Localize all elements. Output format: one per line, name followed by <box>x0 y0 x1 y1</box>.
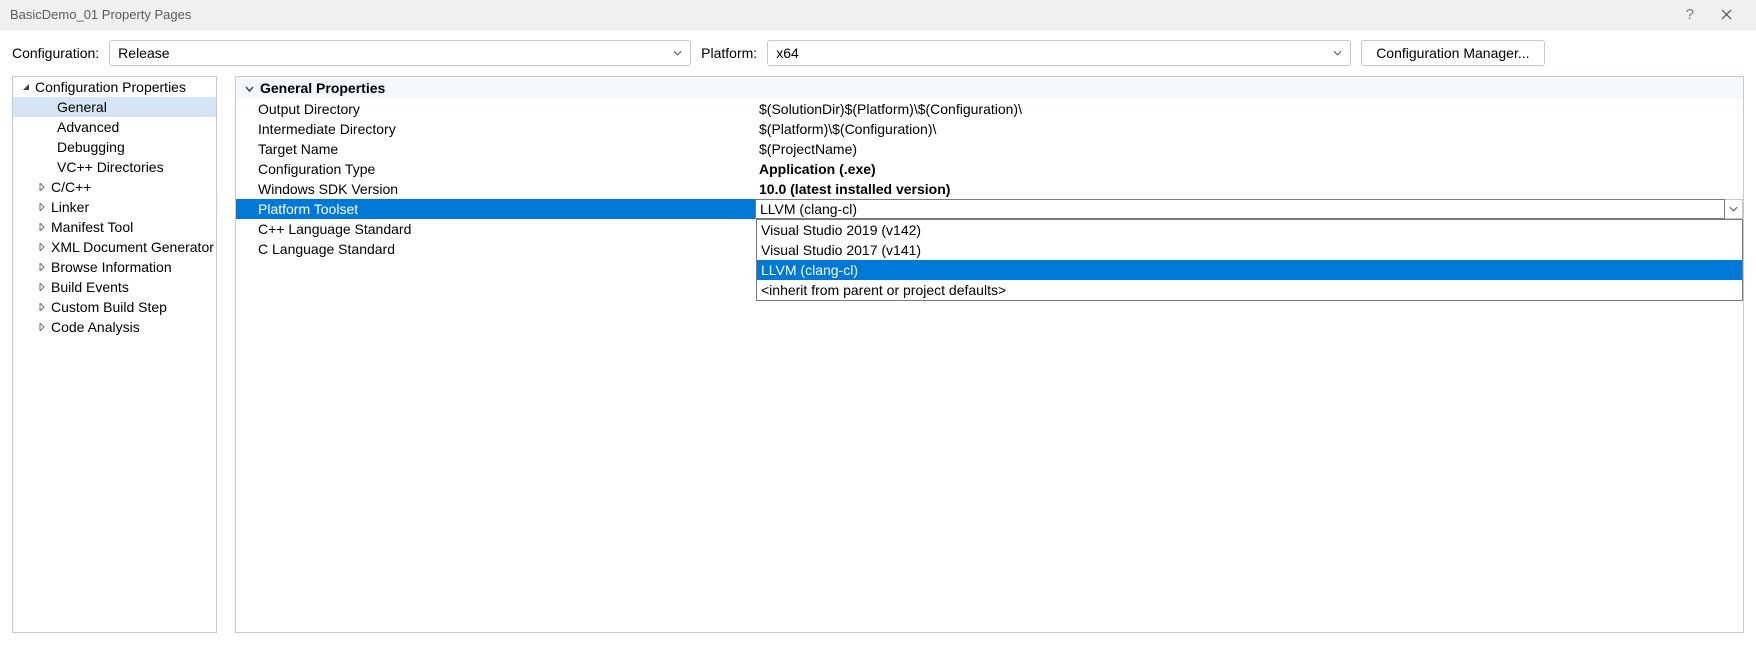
expand-icon[interactable] <box>35 320 49 334</box>
property-row-selected[interactable]: Platform Toolset LLVM (clang-cl) <box>236 199 1743 219</box>
tree-item-ccpp[interactable]: C/C++ <box>13 177 216 197</box>
tree-item-label: Manifest Tool <box>51 219 133 235</box>
configuration-manager-button[interactable]: Configuration Manager... <box>1361 40 1544 66</box>
property-name: Output Directory <box>236 99 755 119</box>
property-grid: General Properties Output Directory $(So… <box>235 76 1744 633</box>
property-value[interactable]: $(SolutionDir)$(Platform)\$(Configuratio… <box>755 99 1743 119</box>
property-name: C++ Language Standard <box>236 219 755 239</box>
property-row[interactable]: Configuration Type Application (.exe) <box>236 159 1743 179</box>
tree-root[interactable]: Configuration Properties <box>13 77 216 97</box>
main-area: Configuration Properties General Advance… <box>0 76 1756 645</box>
property-value[interactable]: $(Platform)\$(Configuration)\ <box>755 119 1743 139</box>
expand-icon[interactable] <box>35 220 49 234</box>
dropdown-option[interactable]: Visual Studio 2017 (v141) <box>757 240 1742 260</box>
property-row[interactable]: Intermediate Directory $(Platform)\$(Con… <box>236 119 1743 139</box>
tree-item-label: Debugging <box>57 139 125 155</box>
tree-item-vcdirs[interactable]: VC++ Directories <box>13 157 216 177</box>
property-group-header[interactable]: General Properties <box>236 77 1743 99</box>
property-value[interactable]: 10.0 (latest installed version) <box>755 179 1743 199</box>
tree-item-codeanalysis[interactable]: Code Analysis <box>13 317 216 337</box>
expand-icon[interactable] <box>35 280 49 294</box>
dropdown-option-label: Visual Studio 2019 (v142) <box>761 222 921 238</box>
tree-item-label: C/C++ <box>51 179 91 195</box>
tree-item-xmldoc[interactable]: XML Document Generator <box>13 237 216 257</box>
property-name: Target Name <box>236 139 755 159</box>
property-value[interactable]: $(ProjectName) <box>755 139 1743 159</box>
dropdown-option[interactable]: <inherit from parent or project defaults… <box>757 280 1742 300</box>
property-name: Configuration Type <box>236 159 755 179</box>
property-name: C Language Standard <box>236 239 755 259</box>
configuration-bar: Configuration: Release Platform: x64 Con… <box>0 30 1756 76</box>
dropdown-option-label: LLVM (clang-cl) <box>761 262 858 278</box>
tree-item-label: General <box>57 99 107 115</box>
tree-item-manifest[interactable]: Manifest Tool <box>13 217 216 237</box>
configuration-label: Configuration: <box>12 45 99 61</box>
tree-item-label: Advanced <box>57 119 119 135</box>
expand-icon[interactable] <box>35 200 49 214</box>
platform-label: Platform: <box>701 45 757 61</box>
tree-item-label: Linker <box>51 199 89 215</box>
tree-root-label: Configuration Properties <box>35 79 186 95</box>
configuration-combo[interactable]: Release <box>109 40 691 66</box>
configuration-value: Release <box>118 45 666 61</box>
configuration-manager-label: Configuration Manager... <box>1376 45 1529 61</box>
tree-item-debugging[interactable]: Debugging <box>13 137 216 157</box>
tree-item-linker[interactable]: Linker <box>13 197 216 217</box>
tree-item-advanced[interactable]: Advanced <box>13 117 216 137</box>
property-tree: Configuration Properties General Advance… <box>12 76 217 633</box>
window-title: BasicDemo_01 Property Pages <box>10 7 1676 22</box>
property-row[interactable]: Output Directory $(SolutionDir)$(Platfor… <box>236 99 1743 119</box>
property-name: Windows SDK Version <box>236 179 755 199</box>
property-value[interactable]: Application (.exe) <box>755 159 1743 179</box>
dropdown-option[interactable]: Visual Studio 2019 (v142) <box>757 220 1742 240</box>
expand-icon[interactable] <box>35 240 49 254</box>
tree-item-general[interactable]: General <box>13 97 216 117</box>
close-icon[interactable] <box>1704 0 1748 30</box>
dropdown-option-label: <inherit from parent or project defaults… <box>761 282 1006 298</box>
tree-item-label: Code Analysis <box>51 319 140 335</box>
tree-item-label: Build Events <box>51 279 129 295</box>
property-row[interactable]: Windows SDK Version 10.0 (latest install… <box>236 179 1743 199</box>
chevron-down-icon <box>1332 48 1342 58</box>
tree-item-browseinfo[interactable]: Browse Information <box>13 257 216 277</box>
tree-item-custombuild[interactable]: Custom Build Step <box>13 297 216 317</box>
tree-item-label: Browse Information <box>51 259 172 275</box>
property-row[interactable]: Target Name $(ProjectName) <box>236 139 1743 159</box>
property-name: Platform Toolset <box>236 199 755 219</box>
tree-item-label: XML Document Generator <box>51 239 214 255</box>
dropdown-option[interactable]: LLVM (clang-cl) <box>757 260 1742 280</box>
collapse-icon[interactable] <box>19 80 33 94</box>
expand-icon[interactable] <box>35 300 49 314</box>
tree-item-buildevents[interactable]: Build Events <box>13 277 216 297</box>
platform-value: x64 <box>776 45 1326 61</box>
property-value[interactable]: LLVM (clang-cl) <box>755 199 1725 219</box>
property-group-title: General Properties <box>260 80 385 96</box>
property-value-text: LLVM (clang-cl) <box>760 201 857 217</box>
help-icon[interactable]: ? <box>1676 6 1704 23</box>
expand-icon[interactable] <box>35 180 49 194</box>
dropdown-option-label: Visual Studio 2017 (v141) <box>761 242 921 258</box>
collapse-icon[interactable] <box>242 81 256 95</box>
chevron-down-icon[interactable] <box>1725 199 1743 219</box>
platform-toolset-dropdown[interactable]: Visual Studio 2019 (v142) Visual Studio … <box>756 219 1743 301</box>
tree-item-label: VC++ Directories <box>57 159 164 175</box>
titlebar: BasicDemo_01 Property Pages ? <box>0 0 1756 30</box>
platform-combo[interactable]: x64 <box>767 40 1351 66</box>
property-name: Intermediate Directory <box>236 119 755 139</box>
chevron-down-icon <box>672 48 682 58</box>
expand-icon[interactable] <box>35 260 49 274</box>
tree-item-label: Custom Build Step <box>51 299 167 315</box>
